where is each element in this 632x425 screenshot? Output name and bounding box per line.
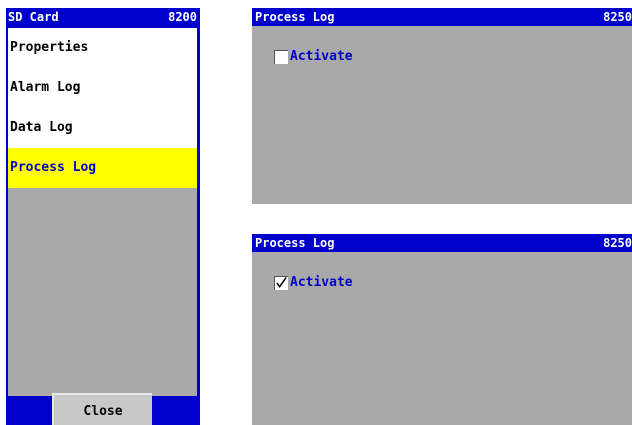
process-log-code: 8250 (603, 236, 632, 250)
menu-item-properties[interactable]: Properties (8, 28, 197, 68)
process-log-dialog-unchecked: Process Log 8250 Activate (252, 8, 632, 204)
process-log-title: Process Log (255, 236, 335, 250)
process-log-body: Activate (254, 252, 632, 425)
process-log-dialog-checked: Process Log 8250 Activate (252, 234, 632, 425)
activate-row[interactable]: Activate (274, 49, 353, 64)
menu-item-process-log[interactable]: Process Log (8, 148, 197, 188)
sd-card-panel: SD Card 8200 Properties Alarm Log Data L… (6, 8, 200, 425)
menu-item-data-log[interactable]: Data Log (8, 108, 197, 148)
activate-label: Activate (290, 275, 353, 290)
activate-row[interactable]: Activate (274, 275, 353, 290)
activate-checkbox[interactable] (274, 49, 288, 64)
screen: SD Card 8200 Properties Alarm Log Data L… (0, 0, 632, 425)
sd-card-menu: Properties Alarm Log Data Log Process Lo… (8, 28, 197, 396)
process-log-title: Process Log (255, 10, 335, 24)
sd-card-title: SD Card (8, 10, 59, 24)
checkmark-icon (276, 277, 287, 288)
activate-label: Activate (290, 49, 353, 64)
activate-checkbox[interactable] (274, 275, 288, 290)
close-button[interactable]: Close (52, 393, 152, 425)
process-log-body: Activate (254, 26, 632, 204)
process-log-code: 8250 (603, 10, 632, 24)
menu-item-alarm-log[interactable]: Alarm Log (8, 68, 197, 108)
sd-card-code: 8200 (168, 10, 197, 24)
process-log-titlebar: Process Log 8250 (252, 234, 632, 252)
sd-card-titlebar: SD Card 8200 (6, 8, 200, 26)
process-log-titlebar: Process Log 8250 (252, 8, 632, 26)
